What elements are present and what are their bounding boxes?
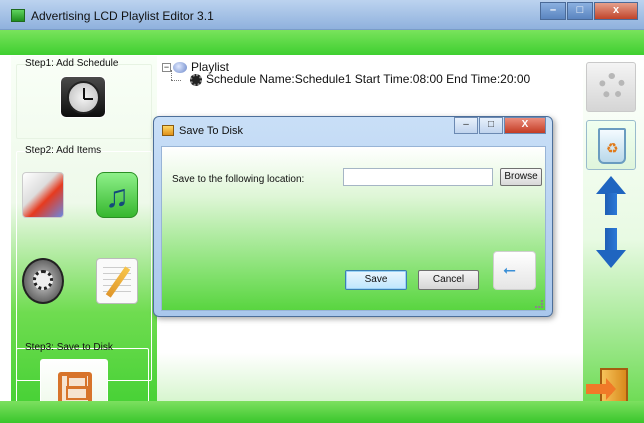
settings-button[interactable]	[586, 62, 636, 112]
cancel-button[interactable]: Cancel	[418, 270, 479, 290]
location-input[interactable]	[343, 168, 493, 186]
status-band	[0, 401, 644, 423]
window-controls: – □ x	[539, 2, 638, 20]
maximize-button[interactable]: □	[567, 2, 593, 20]
schedule-icon	[190, 73, 202, 86]
playlist-icon	[173, 62, 187, 74]
save-to-disk-dialog: Save To Disk – □ X Save to the following…	[153, 116, 553, 317]
app-icon	[11, 9, 25, 22]
usb-icon: ⭠	[503, 262, 516, 279]
right-panel	[583, 56, 644, 423]
window-title: Advertising LCD Playlist Editor 3.1	[31, 9, 214, 23]
collapse-icon[interactable]: −	[162, 63, 171, 73]
dialog-maximize-button[interactable]: □	[479, 117, 503, 134]
playlist-footer	[157, 353, 583, 401]
left-panel: Step1: Add Schedule Step2: Add Items ♫ S…	[11, 56, 157, 423]
resize-grip[interactable]	[535, 300, 543, 308]
close-button[interactable]: x	[594, 2, 638, 20]
title-bar: Advertising LCD Playlist Editor 3.1 – □ …	[0, 0, 644, 30]
dialog-body: Save to the following location: Browse ⭠…	[161, 146, 546, 311]
usb-button[interactable]: ⭠	[493, 251, 536, 290]
move-down-button[interactable]	[586, 228, 636, 278]
dialog-controls: – □ X	[453, 117, 546, 134]
step1-label: Step1: Add Schedule	[25, 58, 119, 69]
browse-button[interactable]: Browse	[500, 168, 542, 186]
minimize-button[interactable]: –	[540, 2, 566, 20]
delete-button[interactable]	[586, 120, 636, 170]
music-icon: ♫	[105, 178, 129, 214]
recycle-bin-icon	[598, 128, 626, 164]
clock-icon	[67, 81, 100, 114]
tree-connector	[171, 70, 172, 80]
step3-label: Step3: Save to Disk	[25, 342, 113, 353]
notepad-icon	[105, 266, 131, 298]
schedule-label: Schedule Name:Schedule1 Start Time:08:00…	[206, 72, 531, 86]
arrow-up-icon	[596, 176, 626, 216]
save-button[interactable]: Save	[345, 270, 407, 290]
gear-icon	[599, 73, 625, 99]
dialog-title: Save To Disk	[179, 125, 243, 137]
add-music-button[interactable]: ♫	[96, 172, 138, 218]
add-video-button[interactable]	[22, 258, 64, 304]
film-reel-icon	[33, 270, 53, 290]
dialog-icon	[162, 125, 174, 136]
add-picture-button[interactable]	[22, 172, 64, 218]
arrow-down-icon	[596, 228, 626, 268]
dialog-minimize-button[interactable]: –	[454, 117, 478, 134]
dialog-close-button[interactable]: X	[504, 117, 546, 134]
tree-item-schedule[interactable]: Schedule Name:Schedule1 Start Time:08:00…	[190, 72, 530, 86]
toolbar-band	[0, 30, 644, 55]
location-label: Save to the following location:	[172, 174, 305, 185]
add-schedule-button[interactable]	[60, 76, 106, 118]
step2-label: Step2: Add Items	[25, 145, 102, 156]
tree-connector-h	[171, 80, 181, 81]
exit-arrow-icon	[586, 378, 616, 400]
add-text-button[interactable]	[96, 258, 138, 304]
move-up-button[interactable]	[586, 176, 636, 224]
